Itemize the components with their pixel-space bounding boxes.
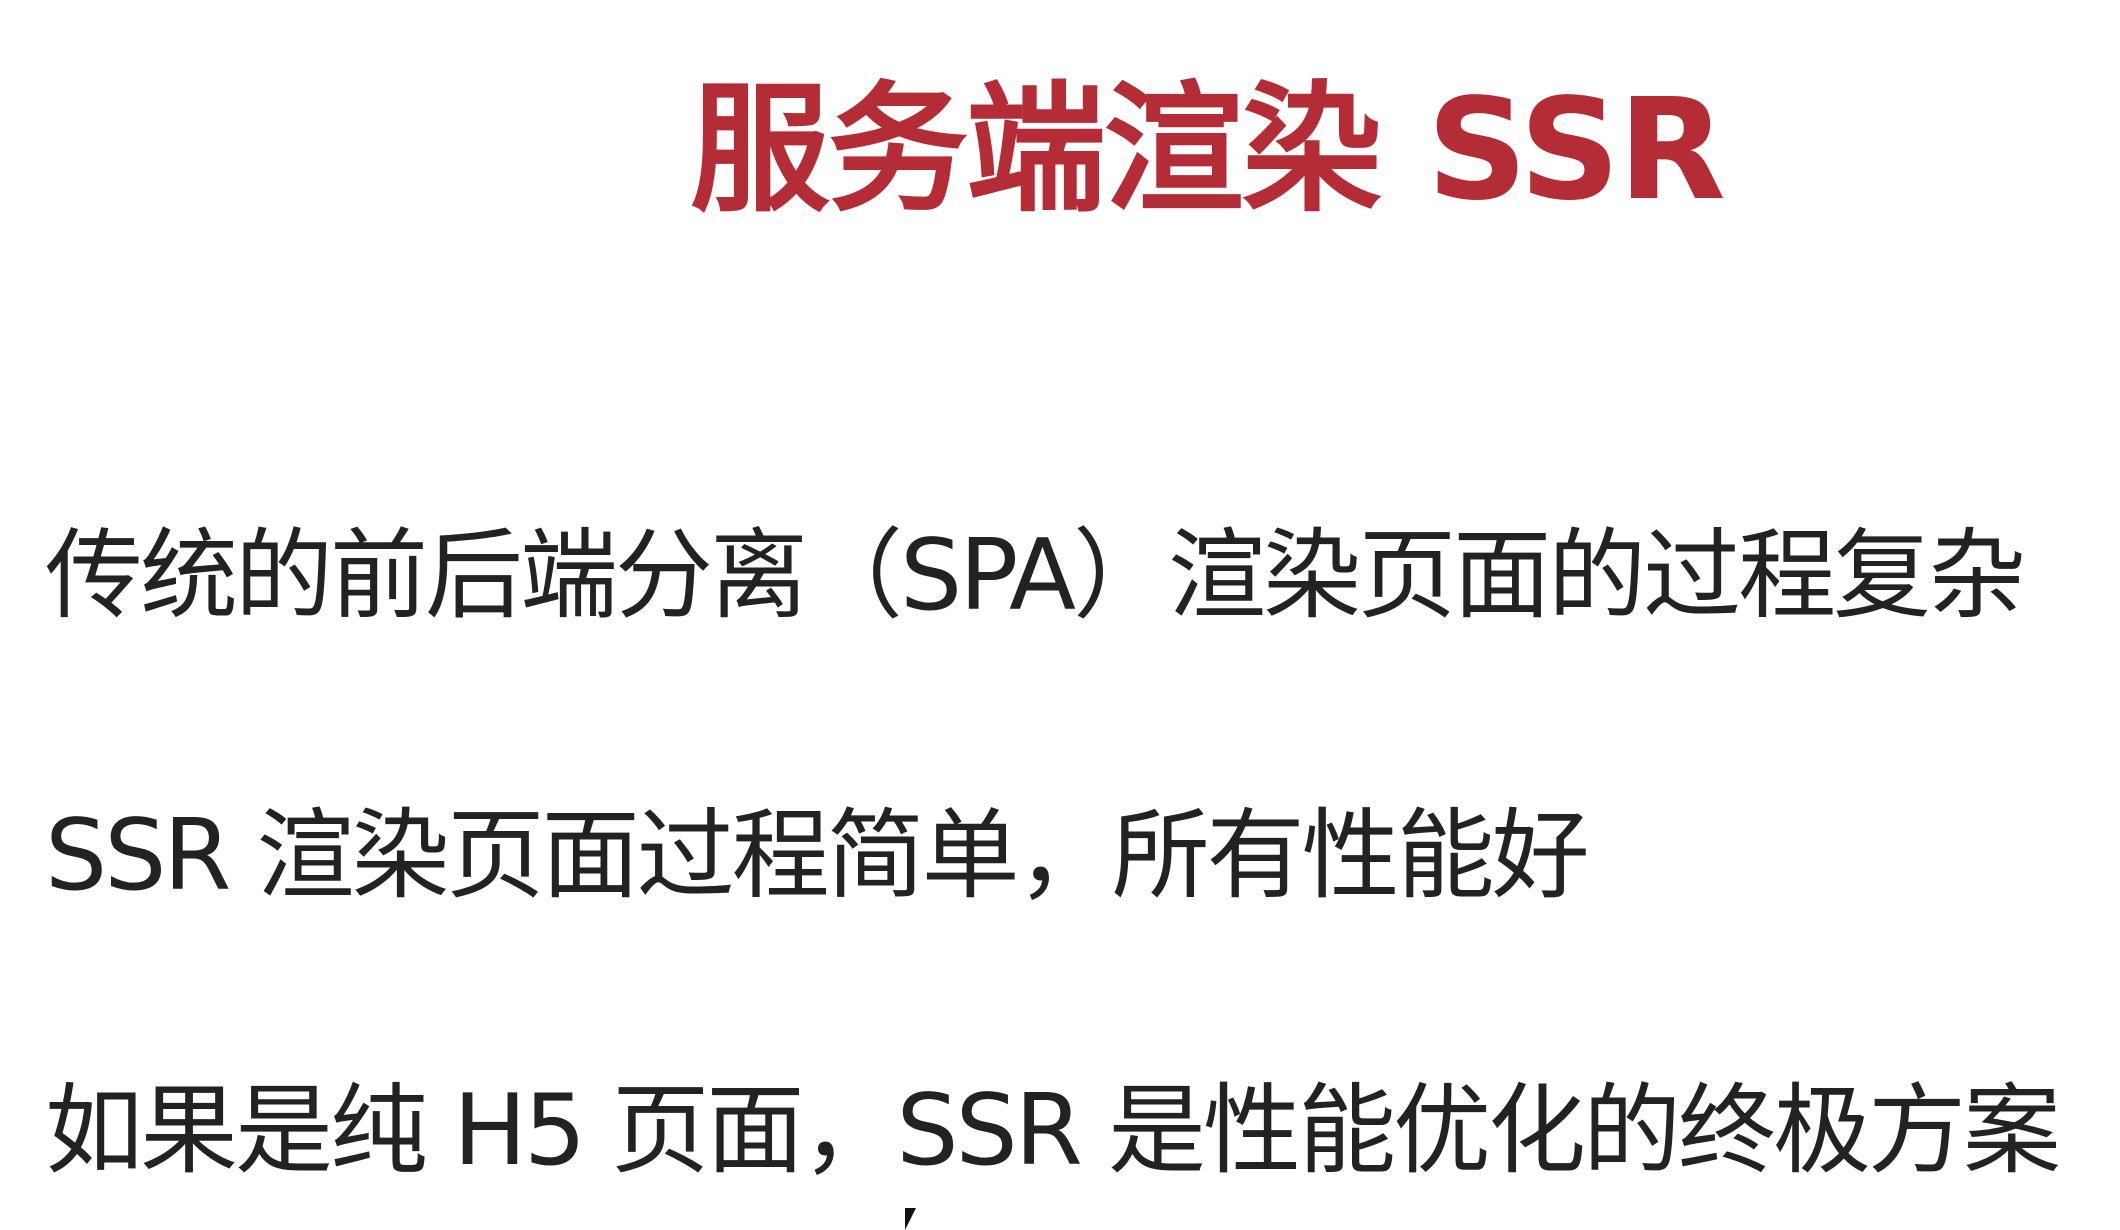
bullet-ssr-ultimate-optimization: 如果是纯 H5 页面，SSR 是性能优化的终极方案 bbox=[45, 1074, 2061, 1188]
bullet-ssr-simple: SSR 渲染页面过程简单，所有性能好 bbox=[45, 799, 1590, 913]
bullet-spa-complexity: 传统的前后端分离（SPA）渲染页面的过程复杂 bbox=[45, 519, 2026, 633]
slide-title: 服务端渲染 SSR bbox=[690, 69, 1726, 232]
slide: 服务端渲染 SSR 传统的前后端分离（SPA）渲染页面的过程复杂 SSR 渲染页… bbox=[0, 0, 2120, 1230]
mouse-pointer-icon bbox=[905, 1208, 916, 1230]
